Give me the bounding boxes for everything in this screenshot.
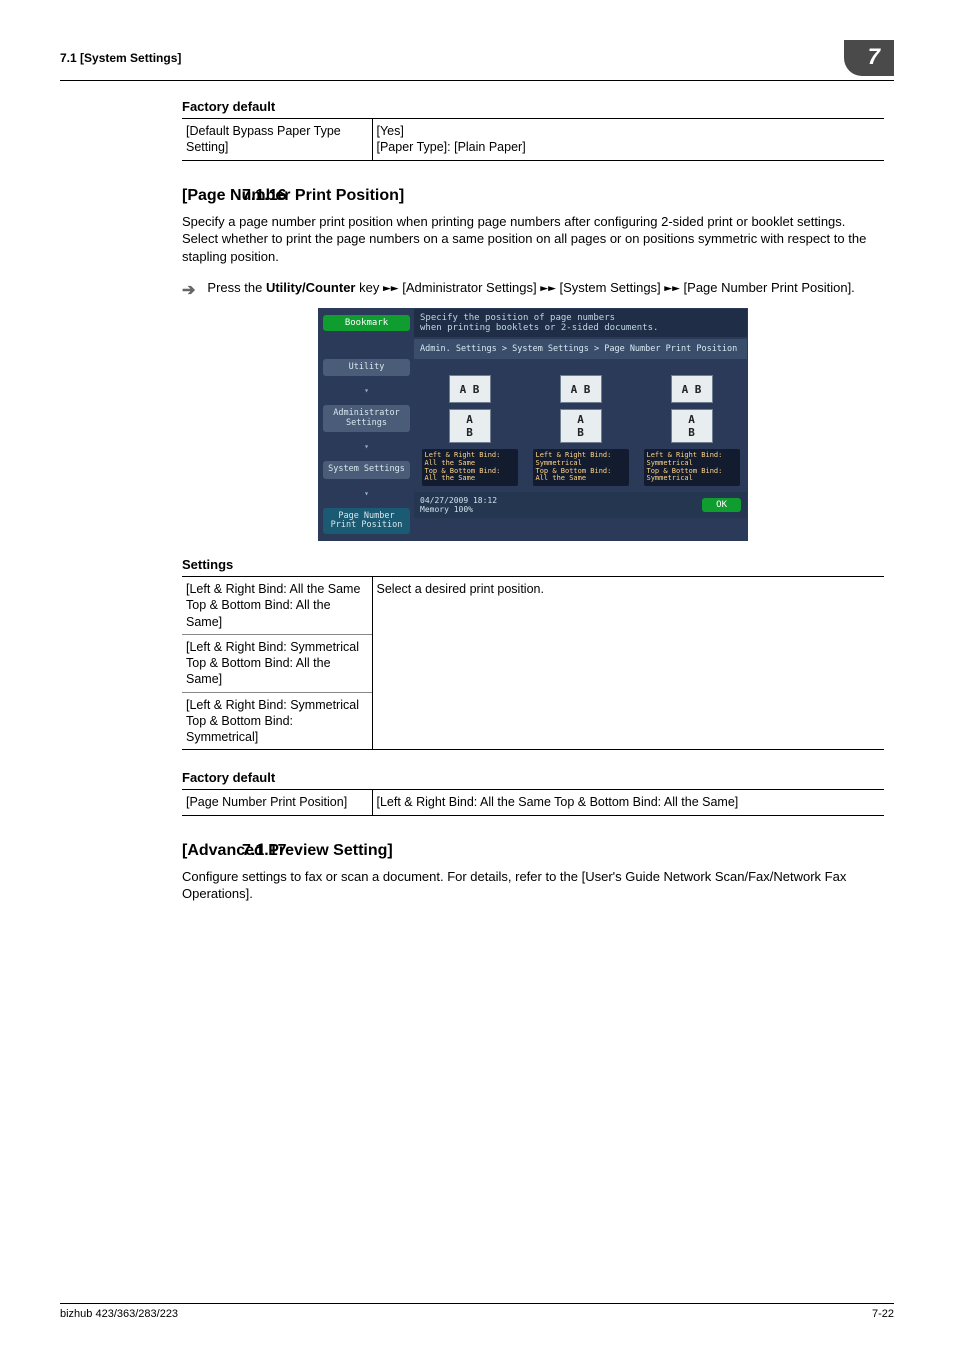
nav-utility[interactable]: Utility: [323, 359, 410, 376]
option-3-icon-top: A B: [671, 375, 713, 403]
footer-page: 7-22: [872, 1308, 894, 1320]
option-2-icon-bottom: A B: [560, 409, 602, 443]
header-section-label: 7.1 [System Settings]: [60, 51, 181, 65]
option-1-label: Left & Right Bind: All the Same Top & Bo…: [422, 449, 518, 486]
fd1-key: [Default Bypass Paper Type Setting]: [182, 119, 372, 161]
ui-memory: Memory 100%: [420, 505, 497, 514]
page-header: 7.1 [System Settings] 7: [60, 40, 894, 81]
section-title-16: [Page Number Print Position]: [182, 187, 884, 205]
procedure-step: ➔ Press the Utility/Counter key ►► [Admi…: [182, 279, 884, 300]
chapter-badge: 7: [844, 40, 894, 76]
settings-row-1: [Left & Right Bind: All the Same Top & B…: [182, 577, 372, 635]
table-row: [Left & Right Bind: All the Same Top & B…: [182, 577, 884, 635]
footer-model: bizhub 423/363/283/223: [60, 1308, 178, 1320]
fd1-val: [Yes] [Paper Type]: [Plain Paper]: [372, 119, 884, 161]
nav-admin-settings[interactable]: Administrator Settings: [323, 405, 410, 432]
settings-table: [Left & Right Bind: All the Same Top & B…: [182, 576, 884, 750]
ui-breadcrumb: Admin. Settings > System Settings > Page…: [414, 339, 747, 359]
factory-default-table-1: [Default Bypass Paper Type Setting] [Yes…: [182, 118, 884, 161]
table-row: [Page Number Print Position] [Left & Rig…: [182, 790, 884, 815]
option-3[interactable]: A B A B Left & Right Bind: Symmetrical T…: [644, 373, 740, 486]
settings-desc: Select a desired print position.: [372, 577, 884, 750]
section-number-16: 7.1.16: [242, 187, 286, 205]
section-number-17: 7.1.17: [242, 842, 286, 860]
factory-default-heading-2: Factory default: [182, 770, 884, 785]
page-footer: bizhub 423/363/283/223 7-22: [60, 1303, 894, 1320]
factory-default-table-2: [Page Number Print Position] [Left & Rig…: [182, 789, 884, 815]
nav-page-number-print-position[interactable]: Page Number Print Position: [323, 508, 410, 535]
option-3-label: Left & Right Bind: Symmetrical Top & Bot…: [644, 449, 740, 486]
device-ui-screenshot: Bookmark Utility ▾ Administrator Setting…: [318, 308, 748, 541]
nav-arrow-icon: ▾: [323, 442, 410, 451]
table-row: [Default Bypass Paper Type Setting] [Yes…: [182, 119, 884, 161]
option-1-icon-bottom: A B: [449, 409, 491, 443]
ui-datetime: 04/27/2009 18:12: [420, 496, 497, 505]
nav-arrow-icon: ▾: [323, 386, 410, 395]
option-2-label: Left & Right Bind: Symmetrical Top & Bot…: [533, 449, 629, 486]
factory-default-heading-1: Factory default: [182, 99, 884, 114]
nav-system-settings[interactable]: System Settings: [323, 461, 410, 478]
ui-instruction: Specify the position of page numbers whe…: [414, 309, 747, 337]
ui-status-bar: 04/27/2009 18:12 Memory 100% OK: [414, 492, 747, 518]
option-1-icon-top: A B: [449, 375, 491, 403]
ok-button[interactable]: OK: [702, 498, 741, 512]
option-2[interactable]: A B A B Left & Right Bind: Symmetrical T…: [533, 373, 629, 486]
section-title-17: [Advanced Preview Setting]: [182, 842, 884, 860]
procedure-step-text: Press the Utility/Counter key ►► [Admini…: [207, 279, 884, 298]
fd2-val: [Left & Right Bind: All the Same Top & B…: [372, 790, 884, 815]
bookmark-tab[interactable]: Bookmark: [323, 315, 410, 331]
arrow-right-icon: ➔: [182, 280, 195, 300]
settings-heading: Settings: [182, 557, 884, 572]
settings-row-3: [Left & Right Bind: Symmetrical Top & Bo…: [182, 692, 372, 750]
option-2-icon-top: A B: [560, 375, 602, 403]
option-1[interactable]: A B A B Left & Right Bind: All the Same …: [422, 373, 518, 486]
fd2-key: [Page Number Print Position]: [182, 790, 372, 815]
option-3-icon-bottom: A B: [671, 409, 713, 443]
nav-arrow-icon: ▾: [323, 489, 410, 498]
settings-row-2: [Left & Right Bind: Symmetrical Top & Bo…: [182, 634, 372, 692]
section-17-paragraph: Configure settings to fax or scan a docu…: [182, 868, 884, 903]
section-16-paragraph: Specify a page number print position whe…: [182, 213, 884, 266]
